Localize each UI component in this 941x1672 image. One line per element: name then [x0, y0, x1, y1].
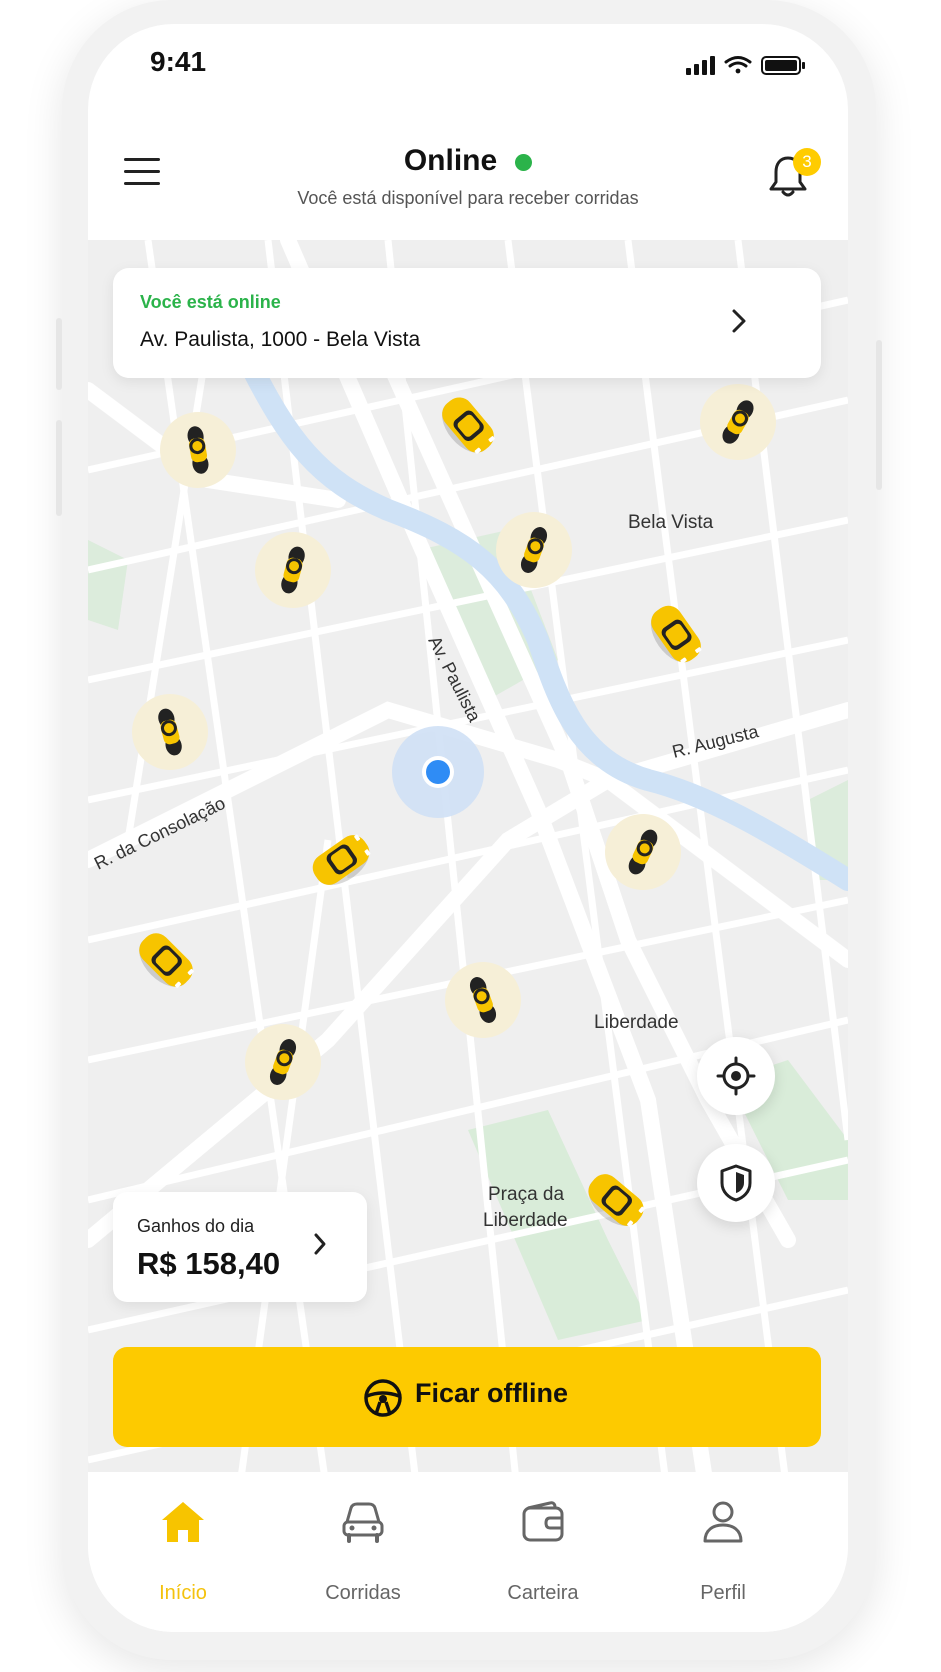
map-view[interactable]: Bela Vista Av. Paulista R. Augusta R. da… [88, 240, 848, 1500]
map-label-bela-vista: Bela Vista [628, 512, 714, 533]
tab-label: Corridas [325, 1582, 401, 1604]
location-address: Av. Paulista, 1000 - Bela Vista [140, 328, 421, 351]
safety-button[interactable] [697, 1144, 775, 1222]
chevron-right-icon [732, 309, 746, 333]
wallet-icon [522, 1501, 564, 1542]
map-canvas: Bela Vista Av. Paulista R. Augusta R. da… [88, 240, 848, 1500]
bottom-tab-bar: Início Corridas Carteira Perfil [88, 1472, 848, 1632]
go-offline-button[interactable]: Ficar offline [113, 1347, 821, 1447]
daily-earnings-card[interactable]: Ganhos do dia R$ 158,40 [113, 1192, 367, 1302]
header-title-row: Online [88, 144, 848, 178]
location-card[interactable]: Você está online Av. Paulista, 1000 - Be… [113, 268, 821, 378]
phone-side-button [876, 340, 882, 490]
app-screen: 9:41 Online Você está disponível para re… [88, 24, 848, 1632]
earnings-label: Ganhos do dia [137, 1216, 255, 1236]
map-label-praca-2: Liberdade [483, 1210, 568, 1231]
tab-inicio[interactable]: Início [88, 1472, 278, 1612]
user-icon [703, 1501, 743, 1543]
status-time: 9:41 [150, 46, 207, 77]
wifi-icon [724, 56, 752, 74]
map-label-praca-1: Praça da [488, 1184, 564, 1205]
tab-label: Carteira [507, 1582, 579, 1604]
home-icon [162, 1502, 204, 1542]
tab-perfil[interactable]: Perfil [628, 1472, 818, 1612]
shield-icon [720, 1164, 752, 1202]
header-subtitle: Você está disponível para receber corrid… [297, 188, 639, 208]
signal-icon [686, 56, 715, 75]
crosshair-icon [716, 1056, 756, 1096]
tab-corridas[interactable]: Corridas [268, 1472, 458, 1612]
page-title: Online [403, 144, 498, 177]
tab-label: Perfil [700, 1582, 746, 1604]
current-location-dot [426, 760, 450, 784]
status-icons [686, 56, 805, 75]
steering-wheel-icon [364, 1379, 402, 1417]
chevron-right-icon [314, 1233, 326, 1255]
app-header: Online Você está disponível para receber… [88, 114, 848, 240]
map-label-liberdade: Liberdade [594, 1012, 679, 1033]
phone-side-button [56, 318, 62, 390]
notification-badge: 3 [793, 148, 821, 176]
recenter-button[interactable] [697, 1037, 775, 1115]
go-offline-label: Ficar offline [415, 1378, 569, 1408]
online-indicator [515, 154, 533, 172]
location-status: Você está online [140, 292, 281, 312]
tab-carteira[interactable]: Carteira [448, 1472, 638, 1612]
status-bar: 9:41 [88, 24, 848, 104]
earnings-value: R$ 158,40 [137, 1246, 281, 1281]
car-icon [342, 1502, 384, 1543]
phone-side-button [56, 420, 62, 516]
battery-icon [761, 56, 805, 75]
tab-label: Início [159, 1582, 207, 1604]
